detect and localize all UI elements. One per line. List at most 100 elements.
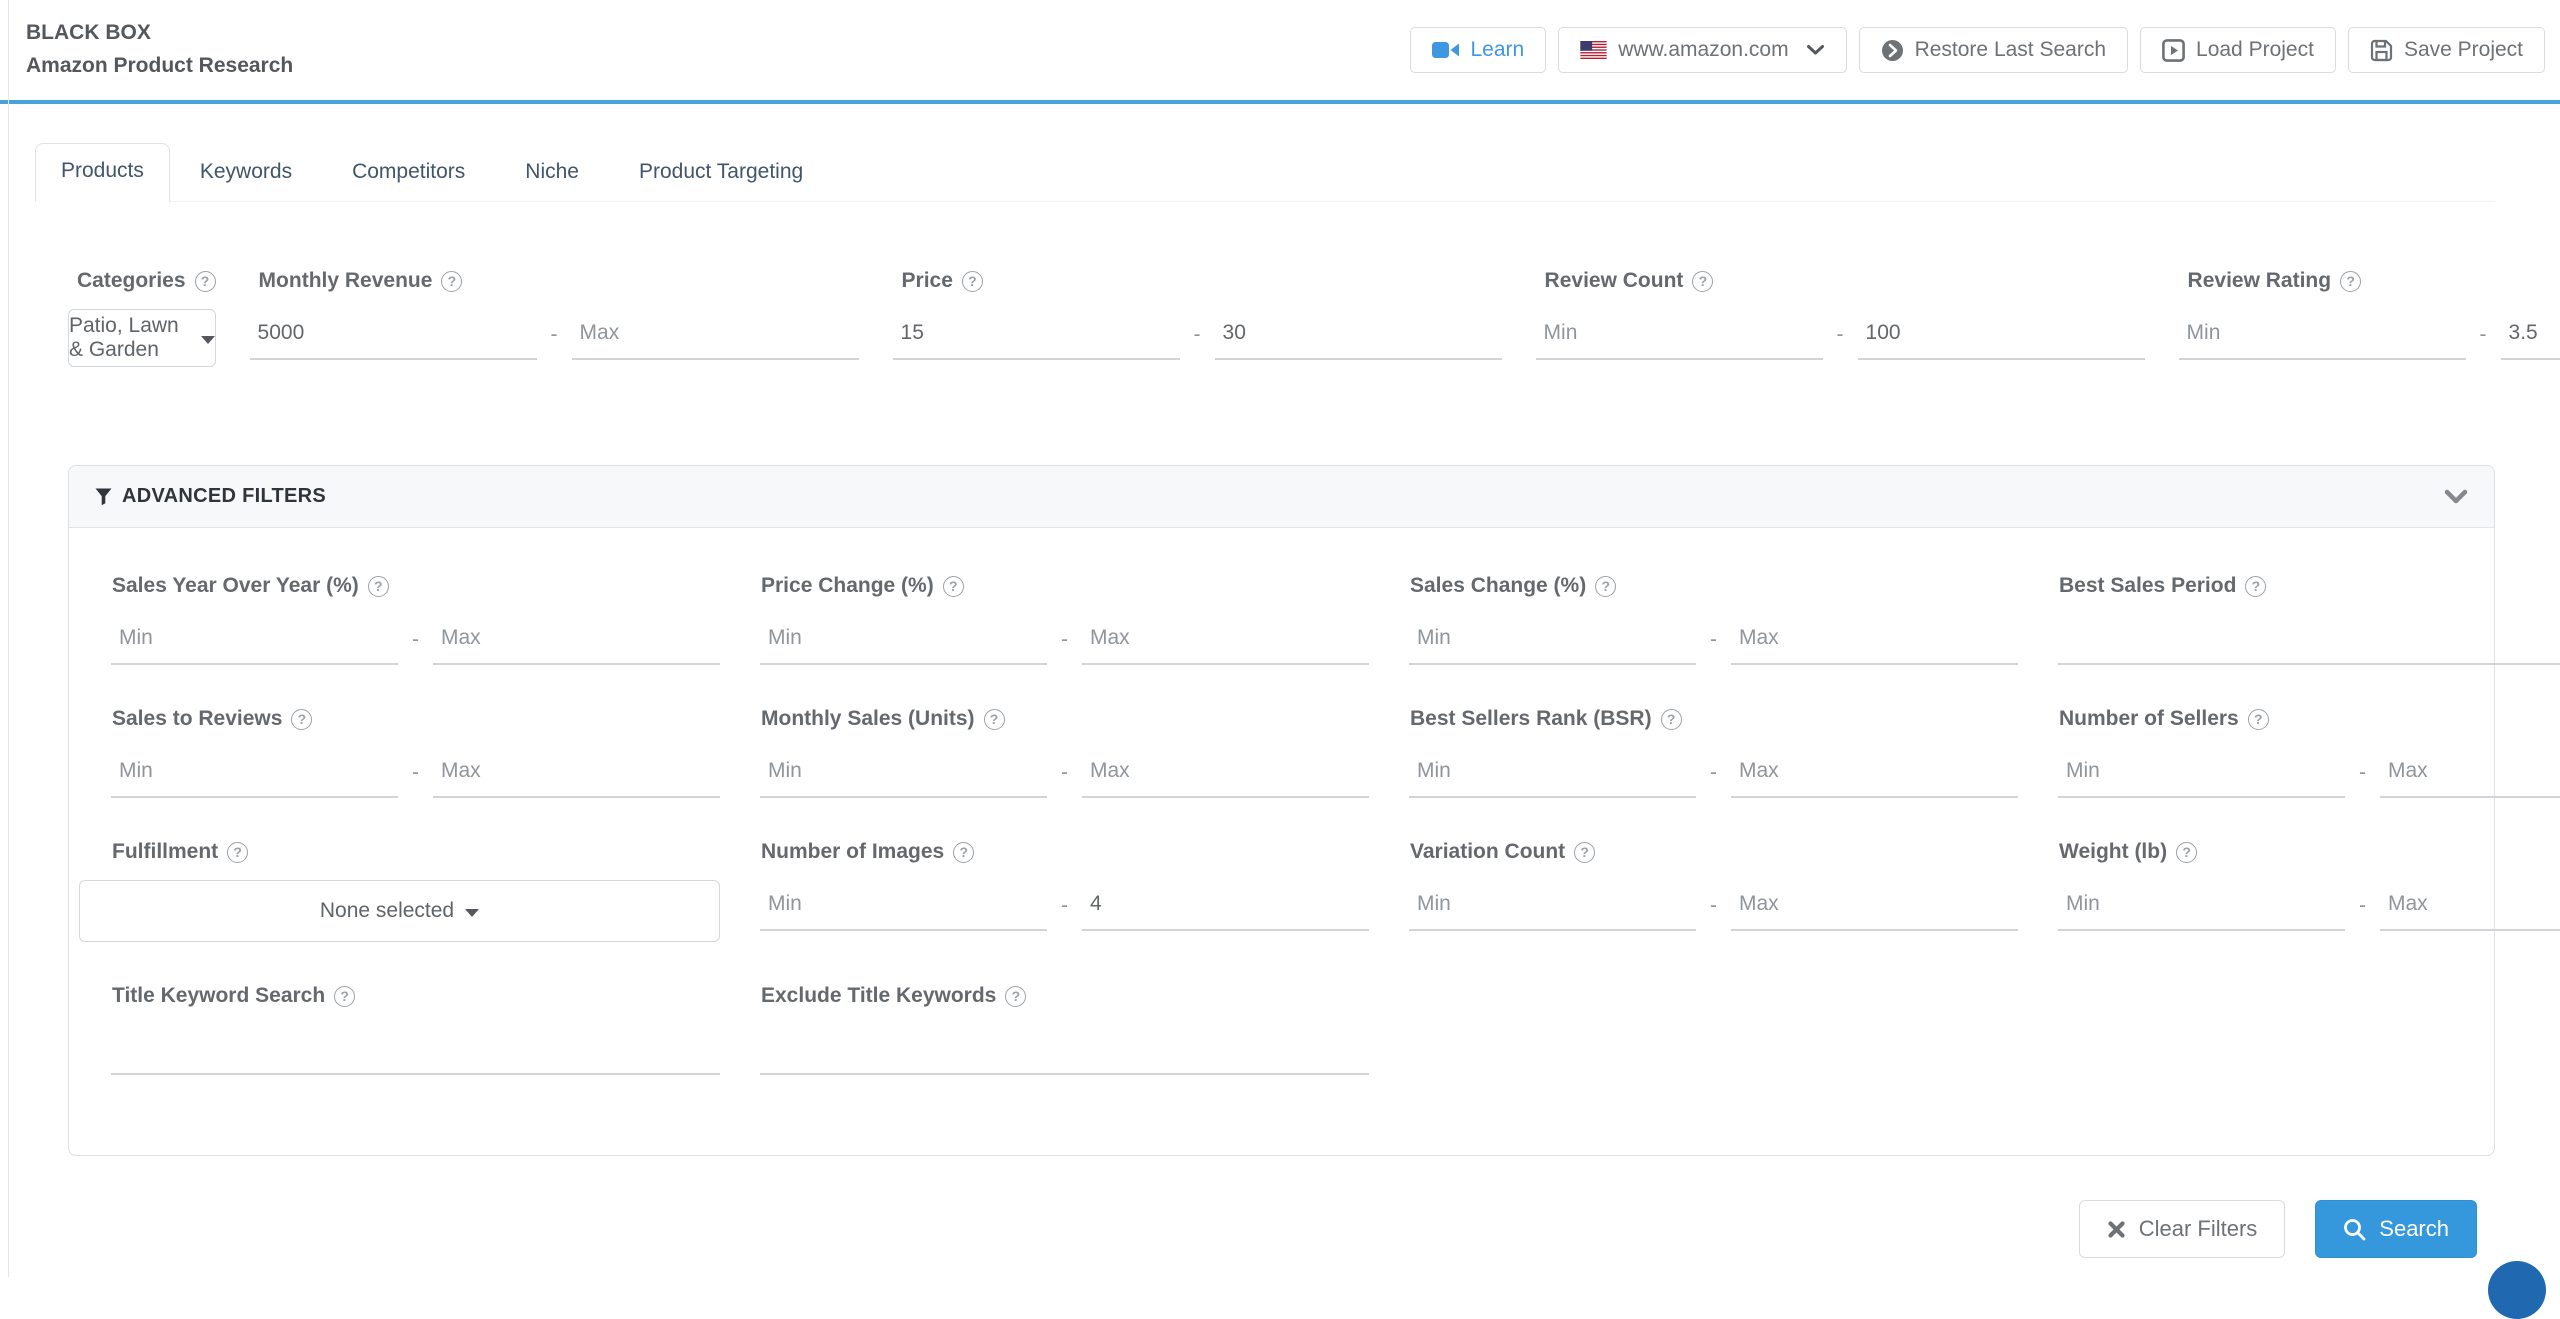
filter-icon <box>95 488 112 506</box>
filter-review-rating: Review Rating - <box>2178 269 2560 391</box>
caret-down-icon <box>200 335 215 344</box>
title-keyword-search-control <box>111 1024 720 1075</box>
range-separator: - <box>1710 893 1717 917</box>
save-project-label: Save Project <box>2403 38 2523 61</box>
number-of-sellers-max-input[interactable] <box>2380 747 2560 798</box>
clear-filters-button[interactable]: Clear Filters <box>2078 1200 2286 1258</box>
help-icon[interactable] <box>1692 270 1714 292</box>
filter-review-count: Review Count - <box>1535 269 2145 391</box>
review-rating-max-input[interactable] <box>2500 309 2560 360</box>
help-icon[interactable] <box>441 270 463 292</box>
help-icon[interactable] <box>983 708 1005 730</box>
monthly-sales-min-input[interactable] <box>760 747 1047 798</box>
monthly-revenue-max-input[interactable] <box>571 309 859 360</box>
weight-label-text: Weight (lb) <box>2059 840 2168 863</box>
learn-button[interactable]: Learn <box>1410 27 1547 73</box>
help-icon[interactable] <box>961 270 983 292</box>
help-icon[interactable] <box>1005 985 1027 1007</box>
price-min-input[interactable] <box>892 309 1180 360</box>
title-keyword-search-input[interactable] <box>111 1024 720 1075</box>
help-icon[interactable] <box>2176 841 2198 863</box>
help-icon[interactable] <box>2340 270 2362 292</box>
best-sales-period-input[interactable] <box>2058 614 2560 665</box>
price-change-max-input[interactable] <box>1082 614 1369 665</box>
bsr-min-input[interactable] <box>1409 747 1696 798</box>
tab-competitors[interactable]: Competitors <box>322 145 495 201</box>
categories-selected-value: Patio, Lawn & Garden <box>69 314 179 361</box>
range-separator: - <box>1710 760 1717 784</box>
load-project-icon <box>2162 38 2185 62</box>
filter-price: Price - <box>892 269 1502 391</box>
help-icon[interactable] <box>194 270 216 292</box>
weight-max-input[interactable] <box>2380 880 2560 931</box>
price-change-min-input[interactable] <box>760 614 1047 665</box>
help-icon[interactable] <box>227 841 249 863</box>
categories-select[interactable]: Patio, Lawn & Garden <box>68 309 216 367</box>
price-max-input[interactable] <box>1214 309 1502 360</box>
monthly-revenue-label: Monthly Revenue <box>250 269 859 293</box>
help-icon[interactable] <box>1595 575 1617 597</box>
advanced-filters-header[interactable]: ADVANCED FILTERS <box>69 466 2494 528</box>
bsr-range: - <box>1409 747 2018 798</box>
sales-yoy-max-input[interactable] <box>433 614 720 665</box>
range-separator: - <box>2359 893 2366 917</box>
number-of-images-max-input[interactable] <box>1082 880 1369 931</box>
help-icon[interactable] <box>1574 841 1596 863</box>
review-rating-min-input[interactable] <box>2178 309 2466 360</box>
help-icon[interactable] <box>953 841 975 863</box>
filter-weight: Weight (lb) - <box>2058 840 2560 942</box>
sales-change-label: Sales Change (%) <box>1409 574 2018 598</box>
monthly-sales-max-input[interactable] <box>1082 747 1369 798</box>
filter-best-sales-period: Best Sales Period <box>2058 574 2560 665</box>
monthly-revenue-min-input[interactable] <box>249 309 537 360</box>
number-of-sellers-min-input[interactable] <box>2058 747 2345 798</box>
help-icon[interactable] <box>2247 708 2269 730</box>
exclude-title-keywords-label: Exclude Title Keywords <box>760 984 1369 1008</box>
restore-last-search-button[interactable]: Restore Last Search <box>1858 27 2129 73</box>
sales-change-min-input[interactable] <box>1409 614 1696 665</box>
marketplace-label: www.amazon.com <box>1618 38 1789 61</box>
sales-to-reviews-min-input[interactable] <box>111 747 398 798</box>
bsr-max-input[interactable] <box>1731 747 2018 798</box>
sales-yoy-min-input[interactable] <box>111 614 398 665</box>
tab-products[interactable]: Products <box>35 143 170 202</box>
filter-categories: Categories Patio, Lawn & Garden <box>68 269 216 391</box>
sales-to-reviews-label-text: Sales to Reviews <box>112 707 283 730</box>
exclude-title-keywords-input[interactable] <box>760 1024 1369 1075</box>
filter-exclude-title-keywords: Exclude Title Keywords <box>760 984 1369 1075</box>
save-project-button[interactable]: Save Project <box>2347 27 2545 73</box>
help-icon[interactable] <box>367 575 389 597</box>
chat-widget-button[interactable] <box>2488 1261 2546 1319</box>
marketplace-select[interactable]: www.amazon.com <box>1558 27 1847 73</box>
range-separator: - <box>1710 627 1717 651</box>
number-of-images-min-input[interactable] <box>760 880 1047 931</box>
help-icon[interactable] <box>2245 575 2267 597</box>
help-icon[interactable] <box>291 708 313 730</box>
fulfillment-select[interactable]: None selected <box>79 880 720 942</box>
review-count-min-input[interactable] <box>1535 309 1823 360</box>
monthly-sales-range: - <box>760 747 1369 798</box>
help-icon[interactable] <box>334 985 356 1007</box>
exclude-title-keywords-label-text: Exclude Title Keywords <box>761 984 997 1007</box>
filter-sales-to-reviews: Sales to Reviews - <box>111 707 720 798</box>
help-icon[interactable] <box>942 575 964 597</box>
price-label-text: Price <box>901 269 953 292</box>
filter-number-of-images: Number of Images - <box>760 840 1369 942</box>
tab-product-targeting[interactable]: Product Targeting <box>609 145 833 201</box>
range-separator: - <box>1061 760 1068 784</box>
tab-niche[interactable]: Niche <box>495 145 609 201</box>
search-button[interactable]: Search <box>2315 1200 2477 1258</box>
price-label: Price <box>893 269 1502 293</box>
variation-count-max-input[interactable] <box>1731 880 2018 931</box>
weight-min-input[interactable] <box>2058 880 2345 931</box>
tab-keywords[interactable]: Keywords <box>170 145 322 201</box>
help-icon[interactable] <box>1660 708 1682 730</box>
variation-count-min-input[interactable] <box>1409 880 1696 931</box>
sales-change-range: - <box>1409 614 2018 665</box>
collapse-chevron-icon[interactable] <box>2444 489 2468 504</box>
review-count-max-input[interactable] <box>1857 309 2145 360</box>
sales-change-max-input[interactable] <box>1731 614 2018 665</box>
sales-to-reviews-max-input[interactable] <box>433 747 720 798</box>
load-project-button[interactable]: Load Project <box>2140 27 2336 73</box>
video-icon <box>1432 41 1460 59</box>
